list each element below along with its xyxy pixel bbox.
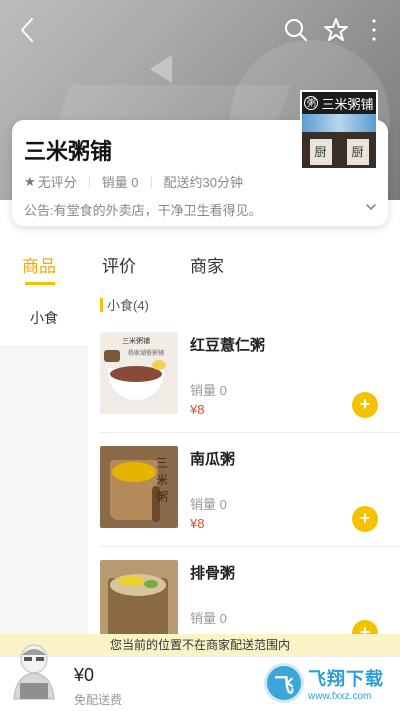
divider bbox=[88, 175, 90, 188]
product-price: ¥8 bbox=[190, 402, 205, 417]
logo-seal: 粥 bbox=[304, 96, 319, 110]
watermark-url: www.fxxz.com bbox=[308, 690, 372, 702]
expand-notice-button[interactable] bbox=[364, 200, 378, 219]
logo-box-right: 厨 bbox=[346, 139, 369, 165]
shop-notice: 公告:有堂食的外卖店，干净卫生看得见。 bbox=[24, 203, 262, 218]
watermark-title: 飞翔下载 bbox=[308, 668, 384, 689]
product-image: 三米粥 bbox=[100, 446, 178, 528]
product-item[interactable]: 三米粥铺 杨家湖餐粥铺 红豆薏仁粥 销量 0 ¥8 + bbox=[100, 332, 400, 442]
search-icon bbox=[285, 19, 307, 41]
favorite-button[interactable] bbox=[320, 14, 352, 46]
add-icon: + bbox=[359, 394, 371, 414]
more-button[interactable] bbox=[358, 14, 390, 46]
tab-active-indicator bbox=[25, 282, 55, 285]
section-marker bbox=[100, 297, 103, 312]
shop-logo: 粥 三米粥铺 厨 厨 bbox=[300, 90, 378, 170]
product-sales: 销量 0 bbox=[190, 611, 227, 626]
product-sales: 销量 0 bbox=[190, 383, 227, 398]
back-button[interactable] bbox=[12, 14, 44, 46]
shop-sales: 销量 0 bbox=[101, 175, 139, 190]
cart-delivery-fee: 免配送费 bbox=[74, 693, 123, 707]
cart-mascot-icon bbox=[13, 644, 55, 700]
category-sidebar: 小食 bbox=[0, 290, 88, 660]
rating-star-icon: ★ bbox=[24, 173, 36, 189]
section-title: 小食(4) bbox=[107, 298, 149, 313]
divider bbox=[100, 432, 400, 433]
divider bbox=[150, 175, 152, 188]
product-name: 红豆薏仁粥 bbox=[190, 337, 266, 354]
logo-photo-strip bbox=[302, 114, 376, 132]
banner-decoration bbox=[150, 55, 172, 83]
product-image: 三米粥铺 杨家湖餐粥铺 bbox=[100, 332, 178, 414]
shop-meta: ★ 无评分 销量 0 配送约30分钟 bbox=[24, 172, 243, 191]
category-item-snacks[interactable]: 小食 bbox=[0, 290, 88, 345]
add-to-cart-button[interactable]: + bbox=[352, 392, 378, 418]
logo-title: 三米粥铺 bbox=[321, 96, 374, 112]
star-icon bbox=[324, 18, 348, 41]
shop-name: 三米粥铺 bbox=[24, 139, 113, 164]
add-to-cart-button[interactable]: + bbox=[352, 506, 378, 532]
product-item[interactable]: 排骨粥 销量 0 + bbox=[100, 560, 400, 634]
divider bbox=[100, 546, 400, 547]
shop-rating: 无评分 bbox=[37, 175, 77, 190]
tab-bar: 商品 评价 商家 bbox=[0, 240, 400, 286]
add-icon: + bbox=[359, 508, 371, 528]
watermark-logo-icon: 飞 bbox=[264, 663, 304, 703]
tab-reviews[interactable]: 评价 bbox=[102, 252, 136, 277]
logo-box-left: 厨 bbox=[309, 139, 332, 165]
product-image bbox=[100, 560, 178, 634]
product-price: ¥8 bbox=[190, 516, 205, 531]
watermark: 飞 飞翔下载 www.fxxz.com bbox=[264, 660, 394, 706]
tab-products[interactable]: 商品 bbox=[22, 252, 56, 277]
product-sales: 销量 0 bbox=[190, 497, 227, 512]
product-name: 排骨粥 bbox=[190, 565, 236, 582]
shop-delivery-time: 配送约30分钟 bbox=[163, 175, 243, 190]
more-icon bbox=[372, 19, 376, 41]
section-heading: 小食(4) bbox=[100, 295, 149, 314]
add-to-cart-button[interactable]: + bbox=[352, 620, 378, 634]
add-icon: + bbox=[359, 622, 371, 634]
tab-merchant[interactable]: 商家 bbox=[190, 252, 224, 277]
cart-avatar[interactable] bbox=[8, 639, 60, 705]
chevron-down-icon bbox=[366, 204, 376, 211]
search-button[interactable] bbox=[280, 14, 312, 46]
back-icon bbox=[21, 18, 33, 42]
product-name: 南瓜粥 bbox=[190, 451, 236, 468]
product-item[interactable]: 三米粥 南瓜粥 销量 0 ¥8 + bbox=[100, 446, 400, 556]
cart-total: ¥0 bbox=[74, 665, 95, 685]
delivery-range-warning: 您当前的位置不在商家配送范围内 bbox=[0, 634, 400, 656]
